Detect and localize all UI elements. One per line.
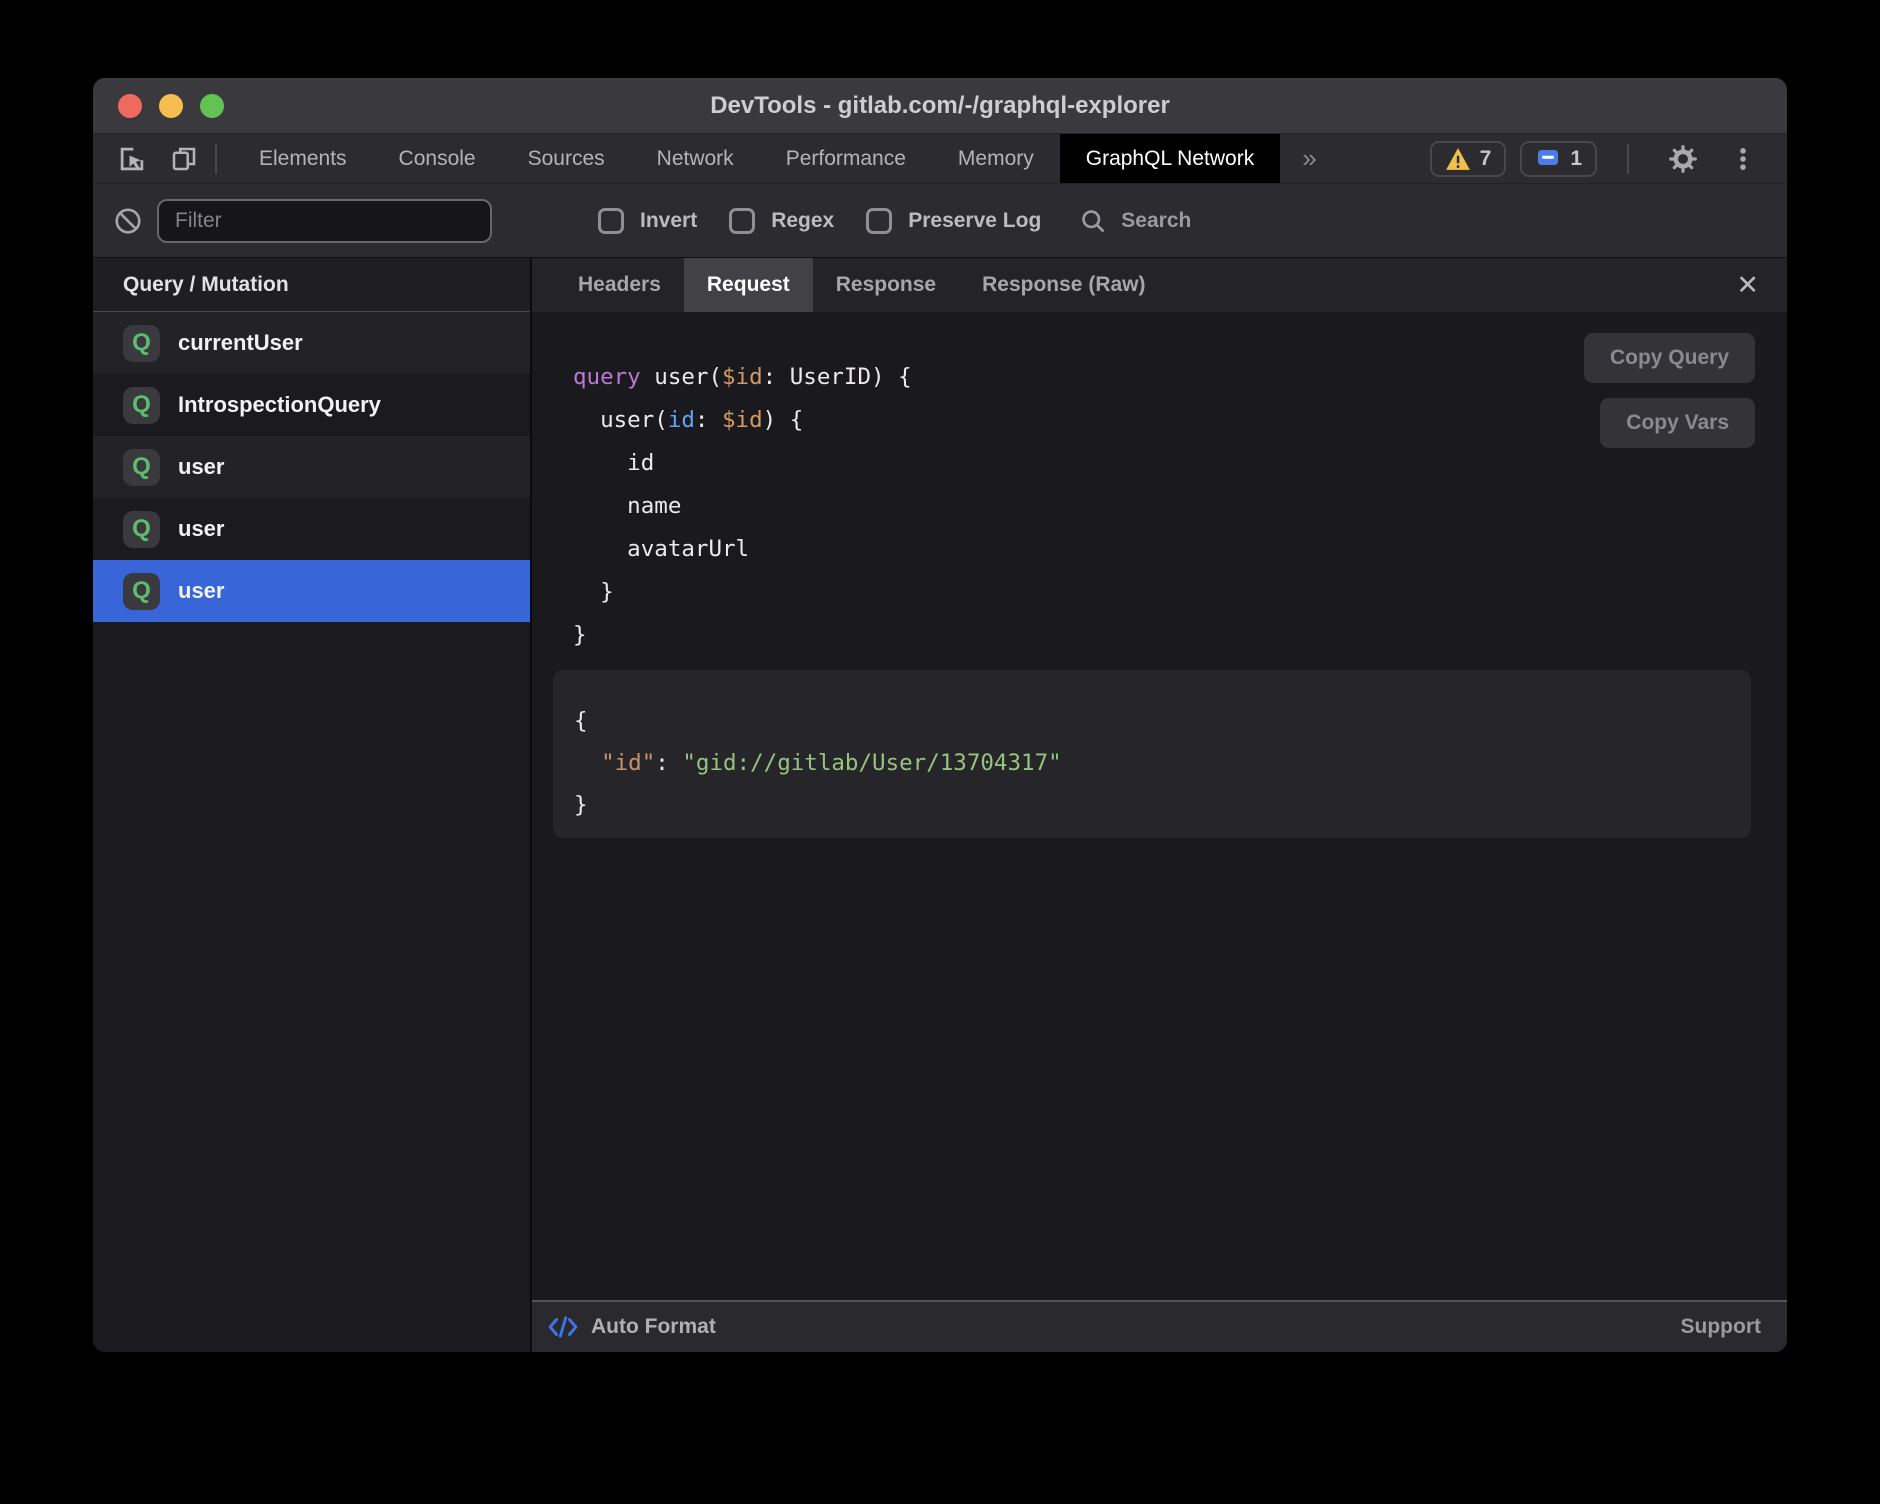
tab-response-raw[interactable]: Response (Raw) (959, 258, 1168, 312)
query-type-badge: Q (123, 573, 160, 610)
tabbar-right-divider (1627, 144, 1629, 174)
detail-footer: Auto Format Support (532, 1300, 1787, 1352)
search-icon (1079, 207, 1107, 235)
message-bubble-icon (1535, 147, 1561, 171)
query-name: currentUser (178, 330, 303, 356)
query-name: user (178, 454, 224, 480)
copy-query-button[interactable]: Copy Query (1584, 333, 1755, 383)
devtools-toolbar-icons (93, 134, 199, 183)
filter-input[interactable] (157, 199, 492, 243)
query-list-item-selected[interactable]: Q user (93, 560, 530, 622)
tab-sources[interactable]: Sources (502, 134, 631, 183)
query-list-header: Query / Mutation (93, 258, 530, 312)
close-detail-icon[interactable]: ✕ (1736, 272, 1759, 299)
tab-console[interactable]: Console (373, 134, 502, 183)
close-window-button[interactable] (118, 94, 142, 118)
messages-badge[interactable]: 1 (1520, 141, 1597, 177)
warnings-badge[interactable]: 7 (1430, 141, 1507, 177)
tabbar-right-cluster: 7 1 (1430, 134, 1787, 183)
query-type-badge: Q (123, 325, 160, 362)
query-type-badge: Q (123, 449, 160, 486)
query-list-item[interactable]: Q user (93, 436, 530, 498)
query-variables-box: { "id": "gid://gitlab/User/13704317"} (553, 670, 1751, 838)
window-title: DevTools - gitlab.com/-/graphql-explorer (93, 92, 1787, 120)
content-area: Query / Mutation Q currentUser Q Introsp… (93, 258, 1787, 1352)
minimize-window-button[interactable] (159, 94, 183, 118)
regex-checkbox (729, 208, 755, 234)
query-name: user (178, 516, 224, 542)
tab-request[interactable]: Request (684, 258, 813, 312)
query-list-item[interactable]: Q user (93, 498, 530, 560)
request-detail-panel: Headers Request Response Response (Raw) … (532, 258, 1787, 1352)
preserve-log-checkbox (866, 208, 892, 234)
tab-network[interactable]: Network (631, 134, 760, 183)
query-type-badge: Q (123, 511, 160, 548)
auto-format-button[interactable]: Auto Format (548, 1315, 716, 1339)
search-button[interactable]: Search (1079, 207, 1191, 235)
warning-triangle-icon (1445, 147, 1471, 171)
zoom-window-button[interactable] (200, 94, 224, 118)
query-name: IntrospectionQuery (178, 392, 381, 418)
preserve-log-label: Preserve Log (908, 209, 1041, 233)
tab-response[interactable]: Response (813, 258, 959, 312)
devtools-tabbar: Elements Console Sources Network Perform… (93, 133, 1787, 183)
filter-bar: Invert Regex Preserve Log Search (93, 183, 1787, 258)
preserve-log-checkbox-group[interactable]: Preserve Log (866, 208, 1041, 234)
block-requests-icon[interactable] (113, 206, 143, 236)
regex-checkbox-group[interactable]: Regex (729, 208, 834, 234)
query-list-panel: Query / Mutation Q currentUser Q Introsp… (93, 258, 532, 1352)
warning-count: 7 (1480, 147, 1492, 171)
regex-label: Regex (771, 209, 834, 233)
message-count: 1 (1570, 147, 1582, 171)
inspect-element-icon[interactable] (117, 144, 147, 174)
detail-tabbar: Headers Request Response Response (Raw) … (532, 258, 1787, 312)
query-type-badge: Q (123, 387, 160, 424)
tab-performance[interactable]: Performance (760, 134, 932, 183)
invert-label: Invert (640, 209, 697, 233)
tab-memory[interactable]: Memory (932, 134, 1060, 183)
invert-checkbox-group[interactable]: Invert (598, 208, 697, 234)
code-brackets-icon (548, 1315, 578, 1339)
window-titlebar: DevTools - gitlab.com/-/graphql-explorer (93, 78, 1787, 133)
search-label: Search (1121, 209, 1191, 233)
traffic-lights (118, 78, 224, 133)
copy-vars-button[interactable]: Copy Vars (1600, 398, 1755, 448)
more-tabs-chevron-icon[interactable]: » (1280, 134, 1338, 183)
kebab-menu-icon[interactable] (1721, 144, 1765, 174)
query-list-item[interactable]: Q IntrospectionQuery (93, 374, 530, 436)
support-link[interactable]: Support (1681, 1315, 1761, 1339)
tab-graphql-network[interactable]: GraphQL Network (1060, 134, 1280, 183)
auto-format-label: Auto Format (591, 1315, 716, 1339)
device-toolbar-icon[interactable] (169, 144, 199, 174)
settings-gear-icon[interactable] (1659, 143, 1707, 175)
query-list-item[interactable]: Q currentUser (93, 312, 530, 374)
invert-checkbox (598, 208, 624, 234)
toolbar-divider (215, 144, 217, 174)
query-name: user (178, 578, 224, 604)
tab-elements[interactable]: Elements (233, 134, 373, 183)
tab-headers[interactable]: Headers (555, 258, 684, 312)
query-list-empty-space (93, 622, 530, 1352)
request-tab-content: query user($id: UserID) { user(id: $id) … (532, 312, 1787, 1300)
devtools-window: DevTools - gitlab.com/-/graphql-explorer… (93, 78, 1787, 1352)
graphql-query-code: query user($id: UserID) { user(id: $id) … (573, 356, 912, 657)
